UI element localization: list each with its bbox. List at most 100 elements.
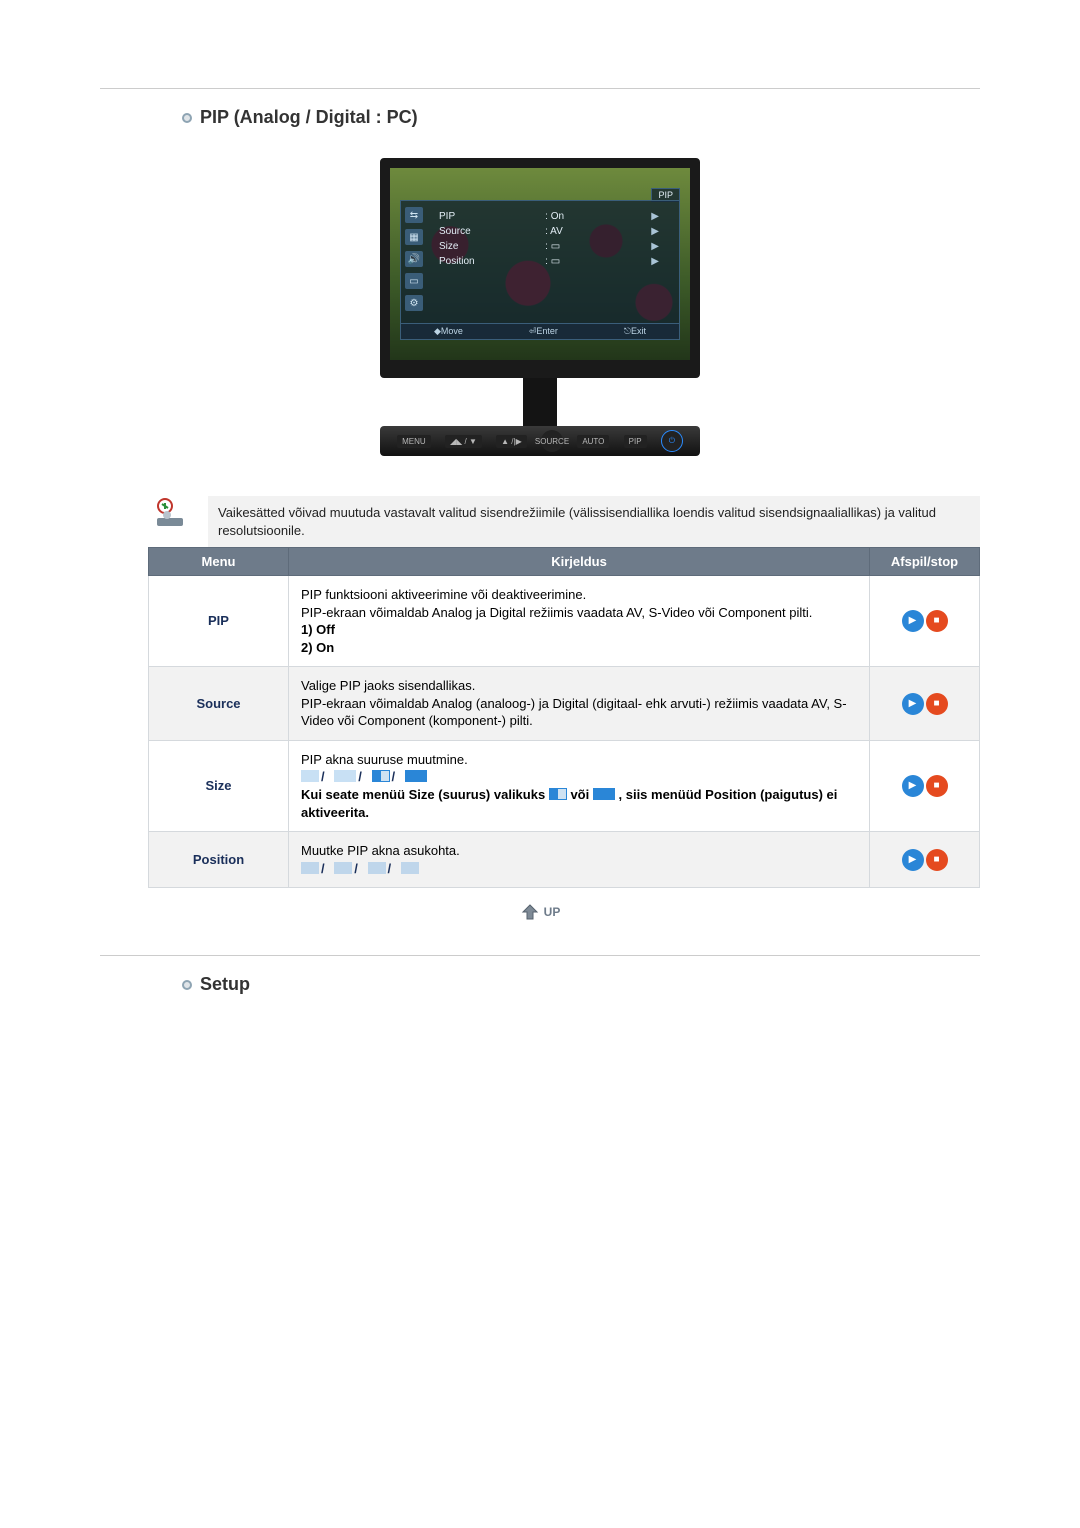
osd-row: Position : ▭ ▶ bbox=[439, 256, 659, 267]
play-stop-buttons: ▶ ■ bbox=[902, 849, 948, 871]
note-icon bbox=[148, 496, 192, 536]
table-row: Size PIP akna suuruse muutmine. / / / Ku… bbox=[149, 740, 980, 831]
section-setup-heading: Setup bbox=[182, 974, 980, 995]
th-play: Afspil/stop bbox=[870, 548, 980, 576]
size-glyph-wide-icon bbox=[593, 788, 615, 800]
stop-icon[interactable]: ■ bbox=[926, 849, 948, 871]
section-title-pip: PIP (Analog / Digital : PC) bbox=[200, 107, 418, 128]
size-glyph-medium-icon bbox=[334, 770, 356, 782]
monitor-neck bbox=[523, 378, 557, 426]
osd-footer-exit: ⎋Exit bbox=[624, 326, 646, 337]
monitor-btn-auto: AUTO bbox=[577, 435, 609, 448]
up-link[interactable]: UP bbox=[520, 902, 561, 922]
osd-row-label: Size bbox=[439, 241, 509, 252]
section-pip-heading: PIP (Analog / Digital : PC) bbox=[182, 107, 980, 128]
play-stop-buttons: ▶ ■ bbox=[902, 775, 948, 797]
osd-row-value: : ▭ bbox=[545, 256, 615, 267]
menu-cell-pip: PIP bbox=[149, 576, 289, 667]
osd-footer: ◆Move ⏎Enter ⎋Exit bbox=[401, 323, 679, 339]
play-icon[interactable]: ▶ bbox=[902, 849, 924, 871]
desc-cell-size: PIP akna suuruse muutmine. / / / Kui sea… bbox=[289, 740, 870, 831]
size-glyph-half-icon bbox=[549, 788, 567, 800]
pip-menu-table: Menu Kirjeldus Afspil/stop PIP PIP funkt… bbox=[148, 547, 980, 888]
menu-cell-source: Source bbox=[149, 667, 289, 741]
position-glyph-tr-icon bbox=[334, 862, 352, 874]
play-icon[interactable]: ▶ bbox=[902, 775, 924, 797]
osd-row: Source : AV ▶ bbox=[439, 226, 659, 237]
monitor-base: MENU ◢◣ / ▼ ▲ /|▶ SOURCE AUTO PIP ⏻ bbox=[380, 426, 700, 456]
table-row: PIP PIP funktsiooni aktiveerimine või de… bbox=[149, 576, 980, 667]
play-cell: ▶ ■ bbox=[870, 576, 980, 667]
osd-row: Size : ▭ ▶ bbox=[439, 241, 659, 252]
osd-row-arrow-icon: ▶ bbox=[651, 241, 659, 252]
osd-footer-enter: ⏎Enter bbox=[529, 326, 558, 337]
stop-icon[interactable]: ■ bbox=[926, 693, 948, 715]
osd-icon-setup: ⚙ bbox=[405, 295, 423, 311]
th-desc: Kirjeldus bbox=[289, 548, 870, 576]
bullet-icon bbox=[182, 980, 192, 990]
section-title-setup: Setup bbox=[200, 974, 250, 995]
osd-icon-pip: ▭ bbox=[405, 273, 423, 289]
size-glyph-small-icon bbox=[301, 770, 319, 782]
monitor: PIP ⇆ ▦ 🔊 ▭ ⚙ PIP : On ▶ Source bbox=[380, 158, 700, 456]
desc-cell-source: Valige PIP jaoks sisendallikas. PIP-ekra… bbox=[289, 667, 870, 741]
osd-icon-picture: ▦ bbox=[405, 229, 423, 245]
osd-row-value: : ▭ bbox=[545, 241, 615, 252]
table-row: Source Valige PIP jaoks sisendallikas. P… bbox=[149, 667, 980, 741]
size-glyph-row: / / / bbox=[301, 769, 427, 784]
osd-sidebar-icons: ⇆ ▦ 🔊 ▭ ⚙ bbox=[405, 207, 423, 311]
menu-cell-position: Position bbox=[149, 832, 289, 888]
pip-content-block: Vaikesätted võivad muutuda vastavalt val… bbox=[148, 496, 980, 888]
play-cell: ▶ ■ bbox=[870, 667, 980, 741]
desc-option: 1) Off bbox=[301, 622, 335, 637]
up-arrow-icon bbox=[520, 902, 540, 922]
desc-note: Kui seate menüü Size (suurus) valikuks v… bbox=[301, 787, 837, 820]
note-box: Vaikesätted võivad muutuda vastavalt val… bbox=[148, 496, 980, 547]
osd-row-label: PIP bbox=[439, 211, 509, 222]
th-menu: Menu bbox=[149, 548, 289, 576]
monitor-btn-down: ◢◣ / ▼ bbox=[445, 435, 482, 448]
osd-icon-sound: 🔊 bbox=[405, 251, 423, 267]
play-cell: ▶ ■ bbox=[870, 832, 980, 888]
osd-row-arrow-icon: ▶ bbox=[651, 211, 659, 222]
position-glyph-bl-icon bbox=[401, 862, 419, 874]
osd-row-label: Source bbox=[439, 226, 509, 237]
size-glyph-half-icon bbox=[372, 770, 390, 782]
monitor-btn-up: ▲ /|▶ bbox=[496, 435, 527, 448]
desc-cell-position: Muutke PIP akna asukohta. / / / bbox=[289, 832, 870, 888]
up-label: UP bbox=[544, 905, 561, 919]
osd-rows: PIP : On ▶ Source : AV ▶ Size : ▭ ▶ bbox=[439, 211, 659, 267]
position-glyph-tl-icon bbox=[368, 862, 386, 874]
up-link-wrap: UP bbox=[100, 902, 980, 925]
table-row: Position Muutke PIP akna asukohta. / / /… bbox=[149, 832, 980, 888]
play-stop-buttons: ▶ ■ bbox=[902, 693, 948, 715]
stop-icon[interactable]: ■ bbox=[926, 775, 948, 797]
osd-row-arrow-icon: ▶ bbox=[651, 226, 659, 237]
stop-icon[interactable]: ■ bbox=[926, 610, 948, 632]
play-icon[interactable]: ▶ bbox=[902, 693, 924, 715]
desc-cell-pip: PIP funktsiooni aktiveerimine või deakti… bbox=[289, 576, 870, 667]
monitor-illustration: PIP ⇆ ▦ 🔊 ▭ ⚙ PIP : On ▶ Source bbox=[100, 158, 980, 456]
divider-top bbox=[100, 88, 980, 89]
desc-option: 2) On bbox=[301, 640, 334, 655]
menu-cell-size: Size bbox=[149, 740, 289, 831]
osd-row-value: : AV bbox=[545, 226, 615, 237]
desc-line: PIP funktsiooni aktiveerimine või deakti… bbox=[301, 587, 586, 602]
osd-panel: ⇆ ▦ 🔊 ▭ ⚙ PIP : On ▶ Source : AV ▶ bbox=[400, 200, 680, 340]
monitor-btn-menu: MENU bbox=[397, 435, 431, 448]
play-cell: ▶ ■ bbox=[870, 740, 980, 831]
osd-row: PIP : On ▶ bbox=[439, 211, 659, 222]
position-glyph-br-icon bbox=[301, 862, 319, 874]
monitor-btn-power: ⏻ bbox=[661, 430, 683, 452]
bullet-icon bbox=[182, 113, 192, 123]
size-glyph-wide-icon bbox=[405, 770, 427, 782]
osd-row-arrow-icon: ▶ bbox=[651, 256, 659, 267]
desc-line: PIP akna suuruse muutmine. bbox=[301, 752, 468, 767]
position-glyph-row: / / / bbox=[301, 861, 419, 876]
desc-line: Muutke PIP akna asukohta. bbox=[301, 843, 460, 858]
play-icon[interactable]: ▶ bbox=[902, 610, 924, 632]
monitor-btn-source: SOURCE bbox=[541, 430, 563, 452]
osd-footer-move: ◆Move bbox=[434, 326, 463, 337]
divider-bottom bbox=[100, 955, 980, 956]
desc-line: PIP-ekraan võimaldab Analog ja Digital r… bbox=[301, 605, 812, 620]
